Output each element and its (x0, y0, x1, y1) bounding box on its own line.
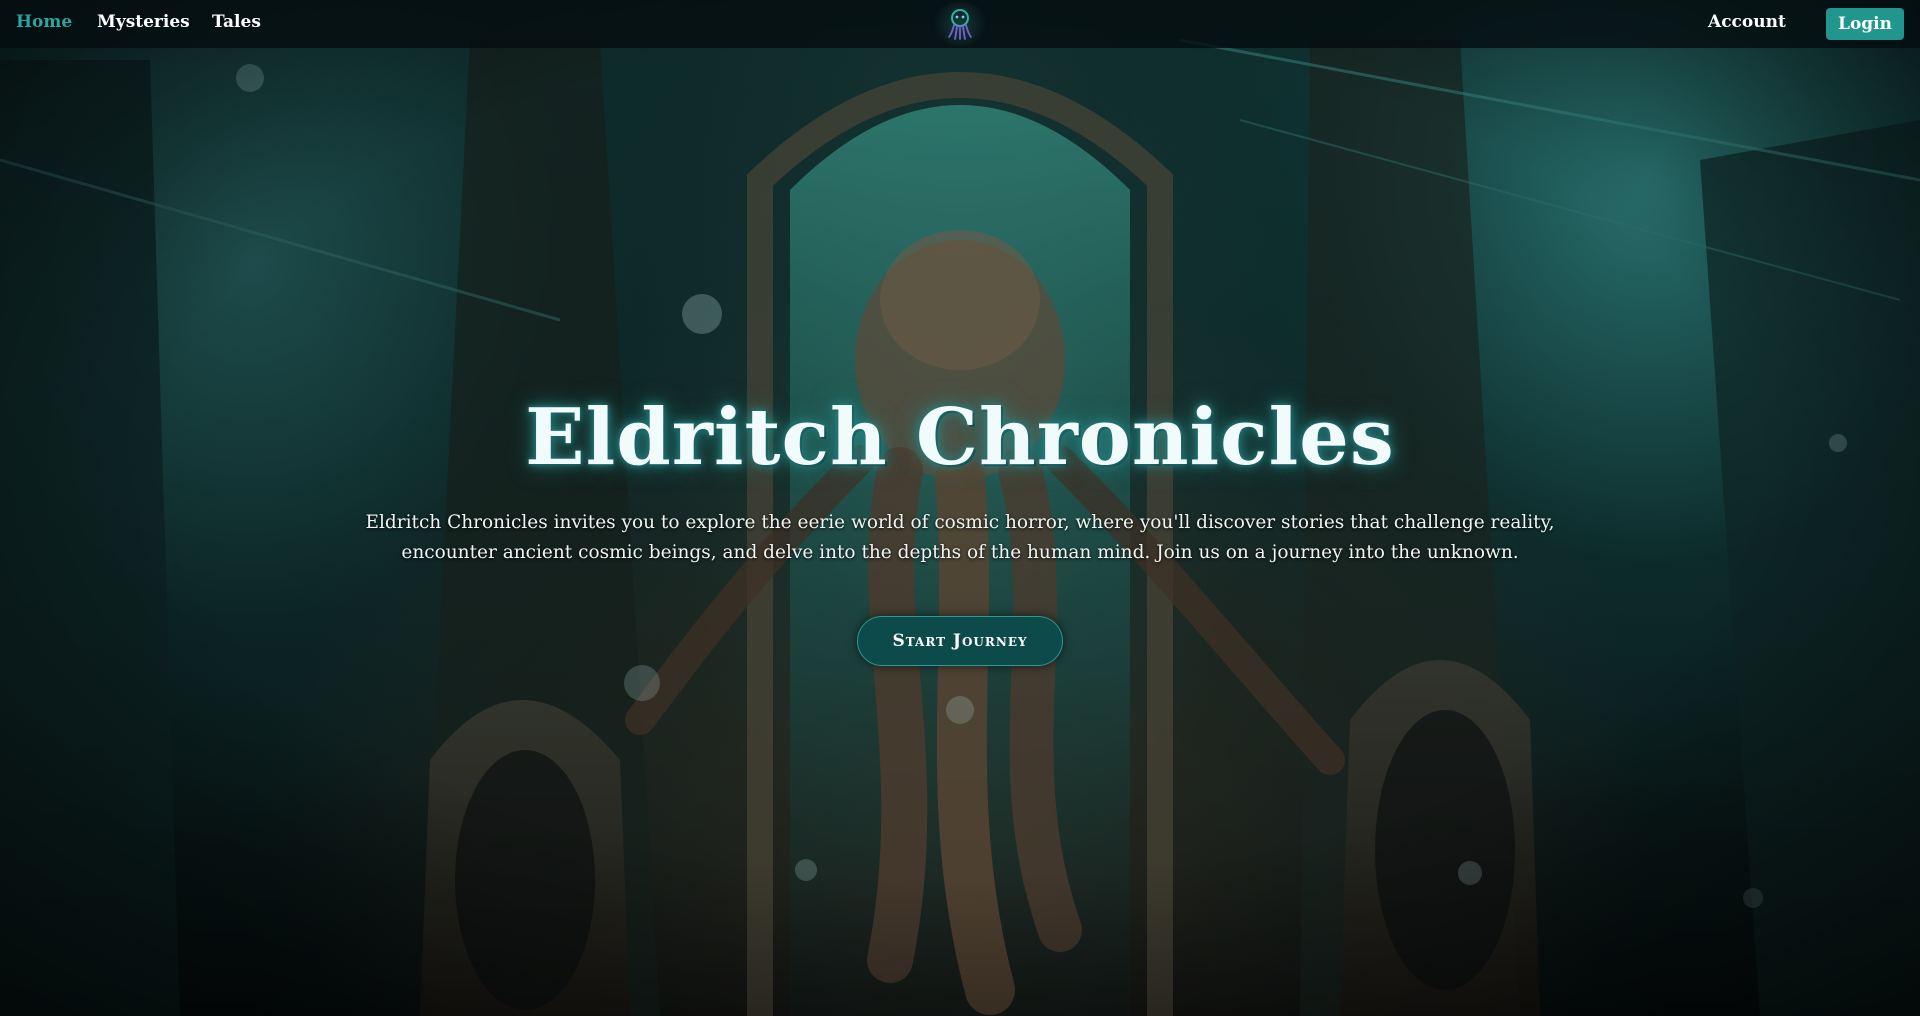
cthulhu-emblem-icon[interactable] (932, 2, 988, 46)
hero-title: Eldritch Chronicles (525, 392, 1395, 483)
start-journey-button[interactable]: Start Journey (857, 616, 1063, 666)
login-button[interactable]: Login (1826, 8, 1904, 40)
top-navigation-bar: Home Mysteries Tales Account Login (0, 0, 1920, 48)
nav-link-mysteries[interactable]: Mysteries (97, 12, 190, 32)
hero-description: Eldritch Chronicles invites you to explo… (365, 512, 1555, 563)
nav-link-home[interactable]: Home (16, 12, 72, 32)
logo-glyph (948, 9, 972, 40)
nav-link-account[interactable]: Account (1708, 12, 1786, 32)
nav-link-tales[interactable]: Tales (212, 12, 261, 32)
